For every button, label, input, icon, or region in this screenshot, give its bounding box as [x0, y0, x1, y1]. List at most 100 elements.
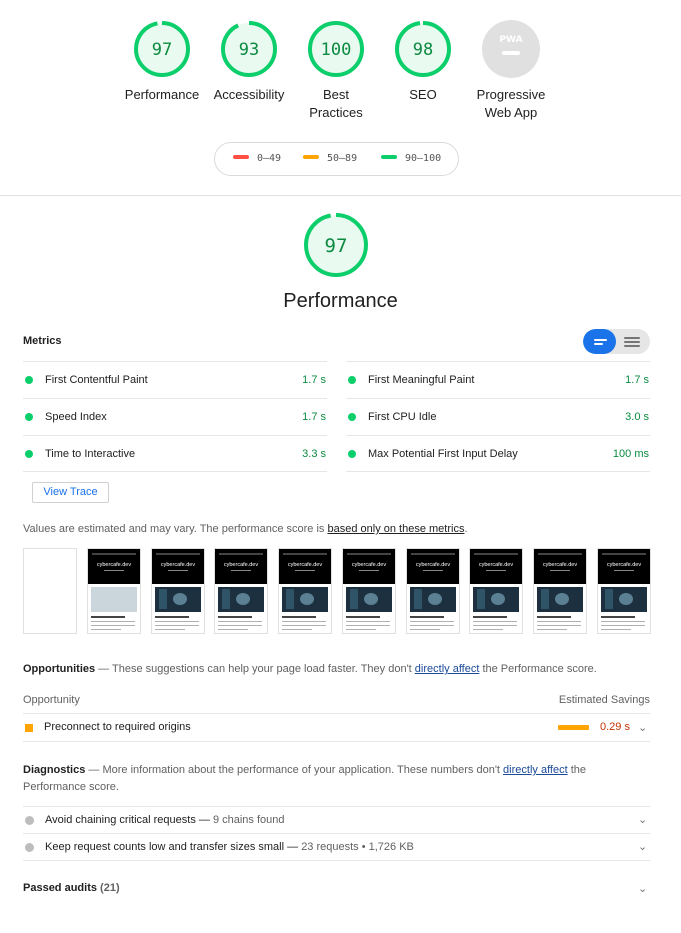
pass-dot-icon	[25, 450, 33, 458]
savings-column-label: Estimated Savings	[558, 694, 650, 706]
metric-value: 3.3 s	[302, 448, 326, 460]
frame-site-title: cybercafe.dev	[542, 562, 578, 568]
frame-text-line	[91, 616, 125, 618]
note-end: .	[464, 523, 468, 535]
metrics-scoring-link[interactable]: based only on these metrics	[327, 523, 464, 535]
frame-image-shape	[222, 589, 230, 609]
legend-fail-swatch	[233, 155, 249, 159]
diagnostics-desc: — More information about the performance…	[85, 764, 504, 776]
opportunities-header: Opportunities — These suggestions can he…	[23, 661, 597, 678]
gauge-score: 97	[152, 40, 172, 60]
frame-text-line	[537, 616, 571, 618]
frame-text-line	[473, 625, 517, 626]
pass-dot-icon	[25, 413, 33, 421]
gauge-accessibility[interactable]: 93 Accessibility	[199, 20, 299, 104]
performance-score: 97	[325, 235, 348, 257]
frame-header: cybercafe.dev	[534, 549, 586, 584]
frame-image	[601, 587, 647, 612]
performance-gauge: 97	[304, 213, 368, 277]
frame-site-title: cybercafe.dev	[351, 562, 387, 568]
frame-site-title: cybercafe.dev	[415, 562, 451, 568]
legend-item-pass: 90–100	[381, 153, 441, 165]
opportunity-column-label: Opportunity	[23, 694, 80, 706]
metric-row: First Contentful Paint 1.7 s	[23, 361, 327, 398]
frame-text-line	[346, 625, 390, 626]
toggle-expanded-icon-line	[624, 337, 640, 339]
metric-name: Speed Index	[45, 411, 107, 423]
opportunities-title: Opportunities	[23, 663, 96, 675]
legend-average-range: 50–89	[327, 153, 358, 164]
frame-text-line	[155, 629, 185, 630]
filmstrip-frame: cybercafe.dev	[406, 548, 460, 634]
frame-image	[346, 587, 392, 612]
performance-title: Performance	[283, 290, 398, 312]
frame-subtitle	[104, 570, 124, 571]
frame-text-line	[473, 621, 517, 622]
pwa-badge-text: PWA	[499, 35, 522, 45]
frame-subtitle	[486, 570, 506, 571]
gauge-pwa[interactable]: PWA Progressive Web App	[461, 20, 561, 122]
metric-value: 1.7 s	[302, 374, 326, 386]
note-text: Values are estimated and may vary. The p…	[23, 523, 328, 535]
toggle-compact-option[interactable]	[583, 329, 616, 354]
opportunities-table-header: Opportunity Estimated Savings	[23, 694, 650, 714]
chevron-down-icon[interactable]: ⌄	[638, 721, 647, 734]
metrics-view-toggle[interactable]	[583, 329, 650, 354]
diagnostic-detail: 9 chains found	[212, 814, 285, 826]
frame-header: cybercafe.dev	[598, 549, 650, 584]
toggle-compact-icon-line	[594, 339, 607, 341]
gauge-label: Progressive Web App	[476, 87, 546, 120]
frame-header: cybercafe.dev	[279, 549, 331, 584]
frame-text-line	[218, 629, 248, 630]
frame-site-title: cybercafe.dev	[160, 562, 196, 568]
frame-image-shape	[364, 593, 378, 605]
metric-name: First Meaningful Paint	[368, 374, 475, 386]
frame-header: cybercafe.dev	[152, 549, 204, 584]
frame-subtitle	[295, 570, 315, 571]
chevron-down-icon[interactable]: ⌄	[638, 813, 647, 826]
opportunities-learn-link[interactable]: directly affect	[415, 663, 480, 675]
gauge-score: 100	[321, 40, 352, 60]
frame-text-line	[282, 629, 312, 630]
metric-row: Max Potential First Input Delay 100 ms	[346, 435, 650, 472]
frame-header: cybercafe.dev	[470, 549, 522, 584]
opportunity-row[interactable]: Preconnect to required origins 0.29 s ⌄	[23, 714, 650, 742]
category-gauges: 97 Performance 93 Accessibility 100 Best…	[0, 20, 681, 130]
legend-average-swatch	[303, 155, 319, 159]
frame-nav	[474, 553, 518, 555]
gauge-best-practices[interactable]: 100 Best Practices	[286, 20, 386, 122]
frame-text-line	[282, 625, 326, 626]
legend-item-average: 50–89	[303, 153, 357, 165]
frame-text-line	[601, 629, 631, 630]
info-dot-icon	[25, 843, 34, 852]
frame-text-line	[282, 616, 316, 618]
chevron-down-icon[interactable]: ⌄	[638, 882, 647, 895]
toggle-expanded-icon-line	[624, 341, 640, 343]
gauge-seo[interactable]: 98 SEO	[373, 20, 473, 104]
frame-text-line	[155, 621, 199, 622]
frame-image-shape	[236, 593, 250, 605]
diagnostic-row[interactable]: Avoid chaining critical requests — 9 cha…	[23, 806, 650, 833]
filmstrip-frame: cybercafe.dev	[151, 548, 205, 634]
filmstrip-frame: cybercafe.dev	[533, 548, 587, 634]
metric-row: Speed Index 1.7 s	[23, 398, 327, 435]
diagnostics-title: Diagnostics	[23, 764, 86, 776]
metric-name: First CPU Idle	[368, 411, 437, 423]
frame-image	[410, 587, 456, 612]
frame-nav	[92, 553, 136, 555]
frame-image-shape	[477, 589, 485, 609]
frame-subtitle	[231, 570, 251, 571]
frame-image-shape	[300, 593, 314, 605]
gauge-performance[interactable]: 97 Performance	[112, 20, 212, 104]
view-trace-button[interactable]: View Trace	[32, 482, 109, 503]
diagnostics-header: Diagnostics — More information about the…	[23, 762, 623, 796]
metric-name: First Contentful Paint	[45, 374, 148, 386]
chevron-down-icon[interactable]: ⌄	[638, 840, 647, 853]
diagnostic-row[interactable]: Keep request counts low and transfer siz…	[23, 833, 650, 861]
score-legend: 0–49 50–89 90–100	[214, 142, 459, 176]
passed-audits-toggle[interactable]: Passed audits (21)	[23, 882, 120, 894]
filmstrip-frame: cybercafe.dev	[469, 548, 523, 634]
diagnostics-learn-link[interactable]: directly affect	[503, 764, 568, 776]
frame-nav	[538, 553, 582, 555]
filmstrip-frame: cybercafe.dev	[278, 548, 332, 634]
